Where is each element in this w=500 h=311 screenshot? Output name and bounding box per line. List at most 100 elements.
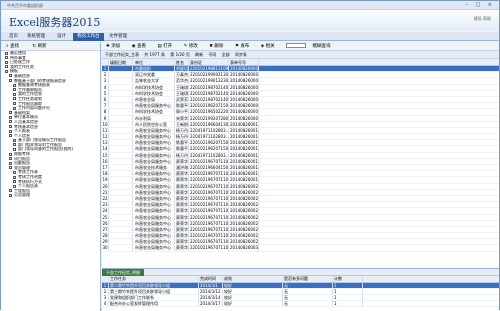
table-cell: [109, 84, 133, 90]
related-button[interactable]: ◈ 相关: [261, 44, 280, 49]
col-name[interactable]: 姓名: [175, 59, 189, 65]
refresh-grid-button[interactable]: 刷新: [195, 52, 203, 57]
tree-checkbox[interactable]: [13, 97, 16, 101]
search-input[interactable]: [286, 43, 307, 48]
menu-design[interactable]: 设计: [53, 33, 70, 41]
table-cell: 201408260020: [230, 183, 259, 189]
table-cell: 市直农业局服务中心: [133, 195, 175, 202]
tree-checkbox[interactable]: [13, 138, 16, 142]
table-row[interactable]: 30 市直农业局服务中心 蔡荣华 22010219670711065 201408260…: [102, 245, 499, 252]
tree-checkbox[interactable]: [13, 83, 16, 87]
tree-checkbox[interactable]: [5, 69, 8, 73]
col-date[interactable]: 填报日期: [109, 59, 133, 65]
open-button[interactable]: ▤ 打开: [157, 44, 177, 49]
tree-checkbox[interactable]: [13, 184, 16, 188]
table-cell: 16: [102, 158, 109, 164]
col-form-no[interactable]: 表单号号: [229, 59, 259, 65]
table-cell: 22: [102, 195, 109, 202]
col-id[interactable]: 身份证: [189, 59, 229, 65]
add-button[interactable]: ✚ 添加: [106, 44, 125, 49]
detail-cell: 第二期竹竿提升项目关联领导小组: [109, 282, 199, 288]
view-button[interactable]: ◉ 查看: [132, 44, 151, 49]
tree-checkbox[interactable]: [13, 143, 16, 147]
table-cell: 201408260013: [230, 140, 259, 146]
tree-node-label: 单位基本情况: [14, 115, 38, 120]
table-cell: [109, 220, 133, 226]
dcol-index[interactable]: [102, 276, 109, 282]
table-cell: 22010219620715025: [190, 140, 229, 146]
tree-checkbox[interactable]: [9, 152, 12, 156]
tree-checkbox[interactable]: [9, 134, 12, 138]
tree-checkbox[interactable]: [9, 79, 12, 83]
sidebar: ⌕ 查找 ↻ 刷新 最近使用 待办事宜 已处理工作 我的工作任务 模板 基础信息 数据基于部…: [1, 42, 101, 311]
tree-checkbox[interactable]: [13, 170, 16, 174]
col-unit[interactable]: 单位: [133, 59, 175, 65]
table-cell: [109, 115, 133, 121]
tree-checkbox[interactable]: [9, 129, 12, 133]
find-button[interactable]: ⌕ 查找: [6, 44, 25, 49]
publish-button[interactable]: ⚑ 发布: [235, 44, 254, 49]
table-cell: 4: [102, 84, 109, 90]
detail-cell: 1: [333, 294, 363, 300]
tree-checkbox[interactable]: [5, 65, 8, 69]
tree-checkbox[interactable]: [13, 175, 16, 179]
tree-checkbox[interactable]: [9, 111, 12, 115]
dcol-count[interactable]: 计数: [333, 276, 363, 282]
tree-checkbox[interactable]: [13, 147, 16, 151]
tree-checkbox[interactable]: [9, 193, 12, 197]
all-checkbox[interactable]: 全部: [222, 52, 230, 57]
tree-checkbox[interactable]: [9, 125, 12, 128]
app-window: 中共百平市委组织部 – □ × Excel服务器2015 建设 帮助 首页 系统…: [0, 0, 500, 311]
tree-checkbox[interactable]: [9, 115, 12, 119]
table-cell: 22010219670711065: [190, 233, 229, 239]
tree-checkbox[interactable]: [5, 51, 8, 55]
table-cell: [109, 90, 133, 96]
menu-system[interactable]: 系统管理: [23, 33, 49, 41]
sync-checkbox[interactable]: 同步条: [235, 52, 247, 57]
table-cell: 22010219620715025: [190, 103, 229, 109]
edit-button[interactable]: ✎ 修改: [184, 44, 203, 49]
dcol-date[interactable]: 完成时间: [199, 276, 223, 282]
tree-checkbox[interactable]: [9, 157, 12, 161]
menu-my-workbench[interactable]: 我的工作台: [73, 33, 104, 41]
tree-checkbox[interactable]: [9, 120, 12, 124]
diff-toggle[interactable]: 不同: [208, 52, 216, 57]
dcol-issue[interactable]: 是否有多问题: [283, 276, 333, 282]
table-cell: 30: [102, 245, 109, 251]
tree-checkbox[interactable]: [5, 56, 8, 60]
col-index[interactable]: [102, 59, 109, 65]
tree-checkbox[interactable]: [9, 189, 12, 193]
delete-button[interactable]: ✖ 删除: [209, 44, 228, 49]
tree-checkbox[interactable]: [9, 161, 12, 165]
tree-checkbox[interactable]: [9, 166, 12, 170]
fuzzy-search-label[interactable]: 模糊查询: [313, 44, 331, 49]
tree-node[interactable]: 公告管理: [1, 193, 100, 198]
table-cell: 12: [102, 134, 109, 140]
tree-checkbox[interactable]: [13, 88, 16, 92]
table-cell: 市人民防空办公室: [133, 121, 175, 127]
detail-grid: 工作任务 完成时间 成效 是否有多问题 计数 1 第二期竹竿提升项目关联领导小组 2…: [102, 276, 499, 307]
dcol-result[interactable]: 成效: [223, 276, 283, 282]
window-controls[interactable]: – □ ×: [465, 2, 495, 8]
detail-row[interactable]: 4 配合市办公室发挥管理作用 2014/3/17 较好无 1: [102, 300, 499, 307]
grid-info-bar: 干部工作纪实_主表 共 1977 条 第 1/20 页 刷新 不同 全部 同步条: [102, 51, 499, 59]
detail-cell: 2014/3/1: [199, 282, 223, 288]
tree-node-label: 出勤报告: [14, 161, 30, 166]
table-cell: 郭小平: [176, 109, 189, 115]
table-cell: 22010219670711065: [190, 189, 229, 195]
tree-checkbox[interactable]: [13, 106, 16, 110]
tree-checkbox[interactable]: [13, 180, 16, 184]
tree-node-label: 人员基本信息: [14, 119, 38, 124]
dcol-task[interactable]: 工作任务: [109, 276, 199, 282]
detail-cell: 2014/3/12: [199, 288, 223, 294]
banner-links[interactable]: 建设 帮助: [474, 16, 491, 22]
menu-file[interactable]: 文件管理: [105, 33, 131, 41]
tree-checkbox[interactable]: [9, 74, 12, 78]
tree-checkbox[interactable]: [13, 92, 16, 96]
refresh-button[interactable]: ↻ 刷新: [32, 44, 52, 49]
tree-checkbox[interactable]: [5, 60, 8, 64]
detail-tab[interactable]: 干部工作纪实_明细: [102, 269, 144, 276]
tree-checkbox[interactable]: [13, 102, 16, 106]
page-indicator[interactable]: 第 1/20 页: [170, 52, 190, 57]
menu-home[interactable]: 首页: [5, 33, 22, 41]
